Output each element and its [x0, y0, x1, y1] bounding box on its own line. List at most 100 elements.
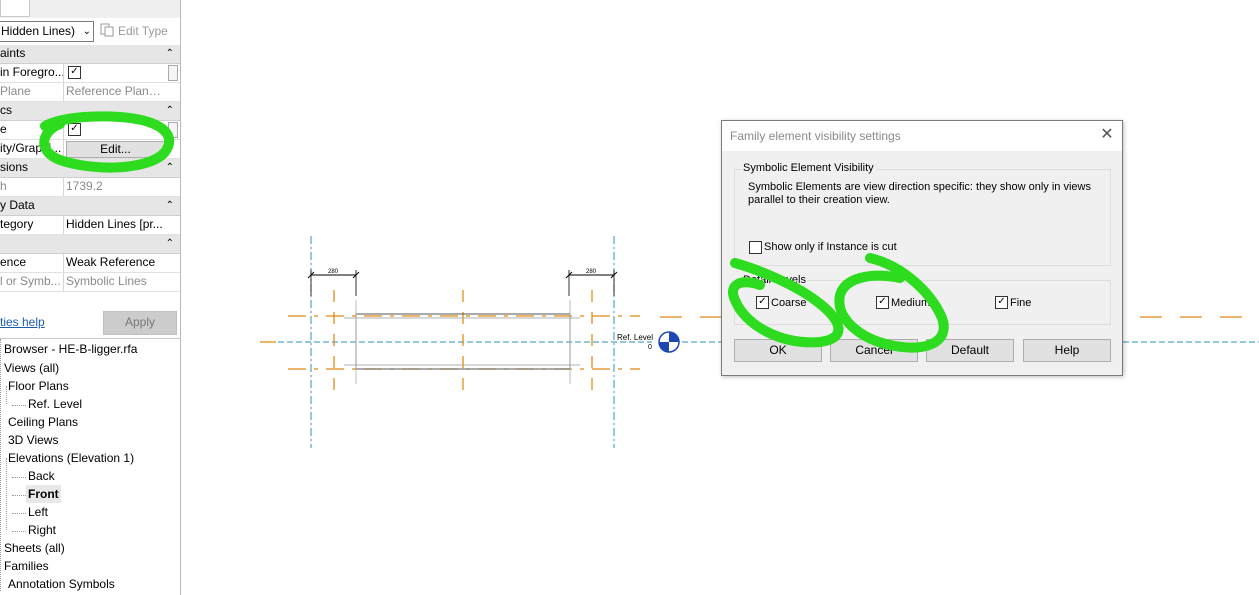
tree-item-right[interactable]: Right — [28, 521, 56, 539]
detail-levels-group: Detail Levels ✓ Coarse ✓ Medium ✓ Fine — [734, 274, 1111, 325]
type-selector-value: Hidden Lines) — [1, 24, 76, 38]
property-row-visibility-graphics: ity/Graphi... Edit... — [0, 140, 180, 159]
property-row-foreground: in Foregro... ✓ — [0, 64, 180, 83]
coarse-label[interactable]: Coarse — [771, 297, 806, 309]
edit-type-button[interactable]: Edit Type — [100, 23, 168, 38]
property-row-is-reference: ence Weak Reference — [0, 254, 180, 273]
symbolic-visibility-group: Symbolic Element Visibility Symbolic Ele… — [734, 162, 1111, 266]
tree-guide — [12, 477, 26, 478]
property-name: ity/Graphi... — [0, 140, 64, 158]
type-selector[interactable]: Hidden Lines) ⌄ — [0, 21, 94, 42]
collapse-icon: ⌃ — [165, 200, 174, 211]
project-browser: Browser - HE-B-ligger.rfa Views (all) Fl… — [0, 338, 180, 595]
detail-group-title: Detail Levels — [741, 274, 808, 286]
collapse-icon: ⌃ — [165, 162, 174, 173]
level-marker-icon[interactable] — [658, 331, 680, 353]
medium-checkbox[interactable]: ✓ — [876, 296, 889, 309]
level-label[interactable]: Ref. Level — [617, 333, 653, 342]
property-value[interactable]: Weak Reference — [66, 254, 166, 271]
tree-guide — [6, 458, 7, 530]
tree-item-front[interactable]: Front — [26, 485, 61, 503]
default-button[interactable]: Default — [926, 339, 1014, 362]
section-label: sions — [0, 160, 29, 174]
section-dimensions[interactable]: sions ⌃ — [0, 159, 180, 178]
dialog-titlebar[interactable]: Family element visibility settings ✕ — [722, 121, 1122, 151]
fine-checkbox[interactable]: ✓ — [995, 296, 1008, 309]
properties-table: aints ⌃ in Foregro... ✓ Plane Reference … — [0, 45, 180, 292]
property-name: tegory — [0, 216, 64, 234]
left-panel: Hidden Lines) ⌄ Edit Type aints ⌃ in For… — [0, 0, 181, 595]
section-label: cs — [0, 103, 12, 117]
tree-guide — [12, 495, 26, 496]
property-value: 1739.2 — [66, 179, 103, 193]
section-graphics[interactable]: cs ⌃ — [0, 102, 180, 121]
tree-item-families[interactable]: Families — [4, 557, 49, 575]
property-name: in Foregro... — [0, 64, 64, 82]
edit-type-icon — [100, 23, 114, 37]
property-name: h — [0, 178, 64, 196]
property-row-line-type: l or Symb... Symbolic Lines — [0, 273, 180, 292]
property-name: l or Symb... — [0, 273, 64, 291]
show-if-cut-label[interactable]: Show only if Instance is cut — [764, 241, 897, 253]
symbolic-group-title: Symbolic Element Visibility — [741, 162, 876, 174]
ok-button[interactable]: OK — [734, 339, 822, 362]
cancel-button[interactable]: Cancel — [830, 339, 918, 362]
section-other[interactable]: ⌃ — [0, 235, 180, 254]
type-selector-row: Hidden Lines) ⌄ Edit Type — [0, 20, 180, 44]
property-row-visible: e ✓ — [0, 121, 180, 140]
tree-item-annotation-symbols[interactable]: Annotation Symbols — [8, 575, 115, 593]
property-name: Plane — [0, 83, 64, 101]
edit-type-label: Edit Type — [118, 24, 168, 38]
scrollbar-thumb[interactable] — [168, 65, 178, 81]
property-row-work-plane: Plane Reference Plane ... — [0, 83, 180, 102]
collapse-icon: ⌃ — [165, 105, 174, 116]
tree-guide — [6, 386, 7, 404]
property-value: Symbolic Lines — [66, 274, 147, 288]
visibility-edit-button[interactable]: Edit... — [66, 141, 165, 158]
property-name: e — [0, 121, 64, 139]
property-checkbox[interactable]: ✓ — [68, 123, 81, 136]
level-value: 0 — [648, 344, 652, 351]
collapse-icon: ⌃ — [165, 48, 174, 59]
tree-item-back[interactable]: Back — [28, 467, 55, 485]
dialog-title: Family element visibility settings — [730, 129, 901, 143]
browser-title: Browser - HE-B-ligger.rfa — [4, 342, 138, 356]
family-visibility-dialog: Family element visibility settings ✕ Sym… — [721, 120, 1123, 376]
tree-item-3d-views[interactable]: 3D Views — [8, 431, 58, 449]
property-row-length: h 1739.2 — [0, 178, 180, 197]
properties-header-strip — [0, 0, 180, 18]
dimension-left-text: 280 — [328, 269, 339, 275]
close-icon[interactable]: ✕ — [1098, 126, 1116, 144]
property-value[interactable]: Hidden Lines [pr... — [66, 216, 166, 233]
tree-item-sheets[interactable]: Sheets (all) — [4, 539, 65, 557]
coarse-checkbox[interactable]: ✓ — [756, 296, 769, 309]
tree-item-ceiling-plans[interactable]: Ceiling Plans — [8, 413, 78, 431]
panel-tab[interactable] — [0, 0, 30, 17]
tree-item-left[interactable]: Left — [28, 503, 48, 521]
apply-button[interactable]: Apply — [103, 311, 177, 335]
property-row-subcategory: tegory Hidden Lines [pr... — [0, 216, 180, 235]
properties-help-link[interactable]: ties help — [0, 315, 45, 329]
property-value: Reference Plane ... — [66, 84, 166, 98]
tree-item-floor-plans[interactable]: Floor Plans — [8, 377, 69, 395]
section-label: y Data — [0, 198, 35, 212]
section-identity-data[interactable]: y Data ⌃ — [0, 197, 180, 216]
medium-label[interactable]: Medium — [891, 297, 930, 309]
help-button[interactable]: Help — [1023, 339, 1111, 362]
tree-item-views-all[interactable]: Views (all) — [4, 359, 59, 377]
dimension-right-text: 280 — [586, 269, 597, 275]
fine-label[interactable]: Fine — [1010, 297, 1031, 309]
property-checkbox[interactable]: ✓ — [68, 66, 81, 79]
symbolic-description: Symbolic Elements are view direction spe… — [748, 181, 1091, 206]
tree-item-elevations[interactable]: Elevations (Elevation 1) — [8, 449, 134, 467]
property-name: ence — [0, 254, 64, 272]
tree-guide — [12, 405, 26, 406]
show-if-cut-checkbox[interactable] — [749, 241, 762, 254]
section-constraints[interactable]: aints ⌃ — [0, 45, 180, 64]
section-label: aints — [0, 46, 26, 60]
scrollbar-thumb[interactable] — [168, 122, 178, 138]
collapse-icon: ⌃ — [165, 238, 174, 249]
chevron-down-icon: ⌄ — [82, 26, 91, 37]
tree-guide — [0, 339, 1, 591]
tree-item-ref-level[interactable]: Ref. Level — [28, 395, 82, 413]
